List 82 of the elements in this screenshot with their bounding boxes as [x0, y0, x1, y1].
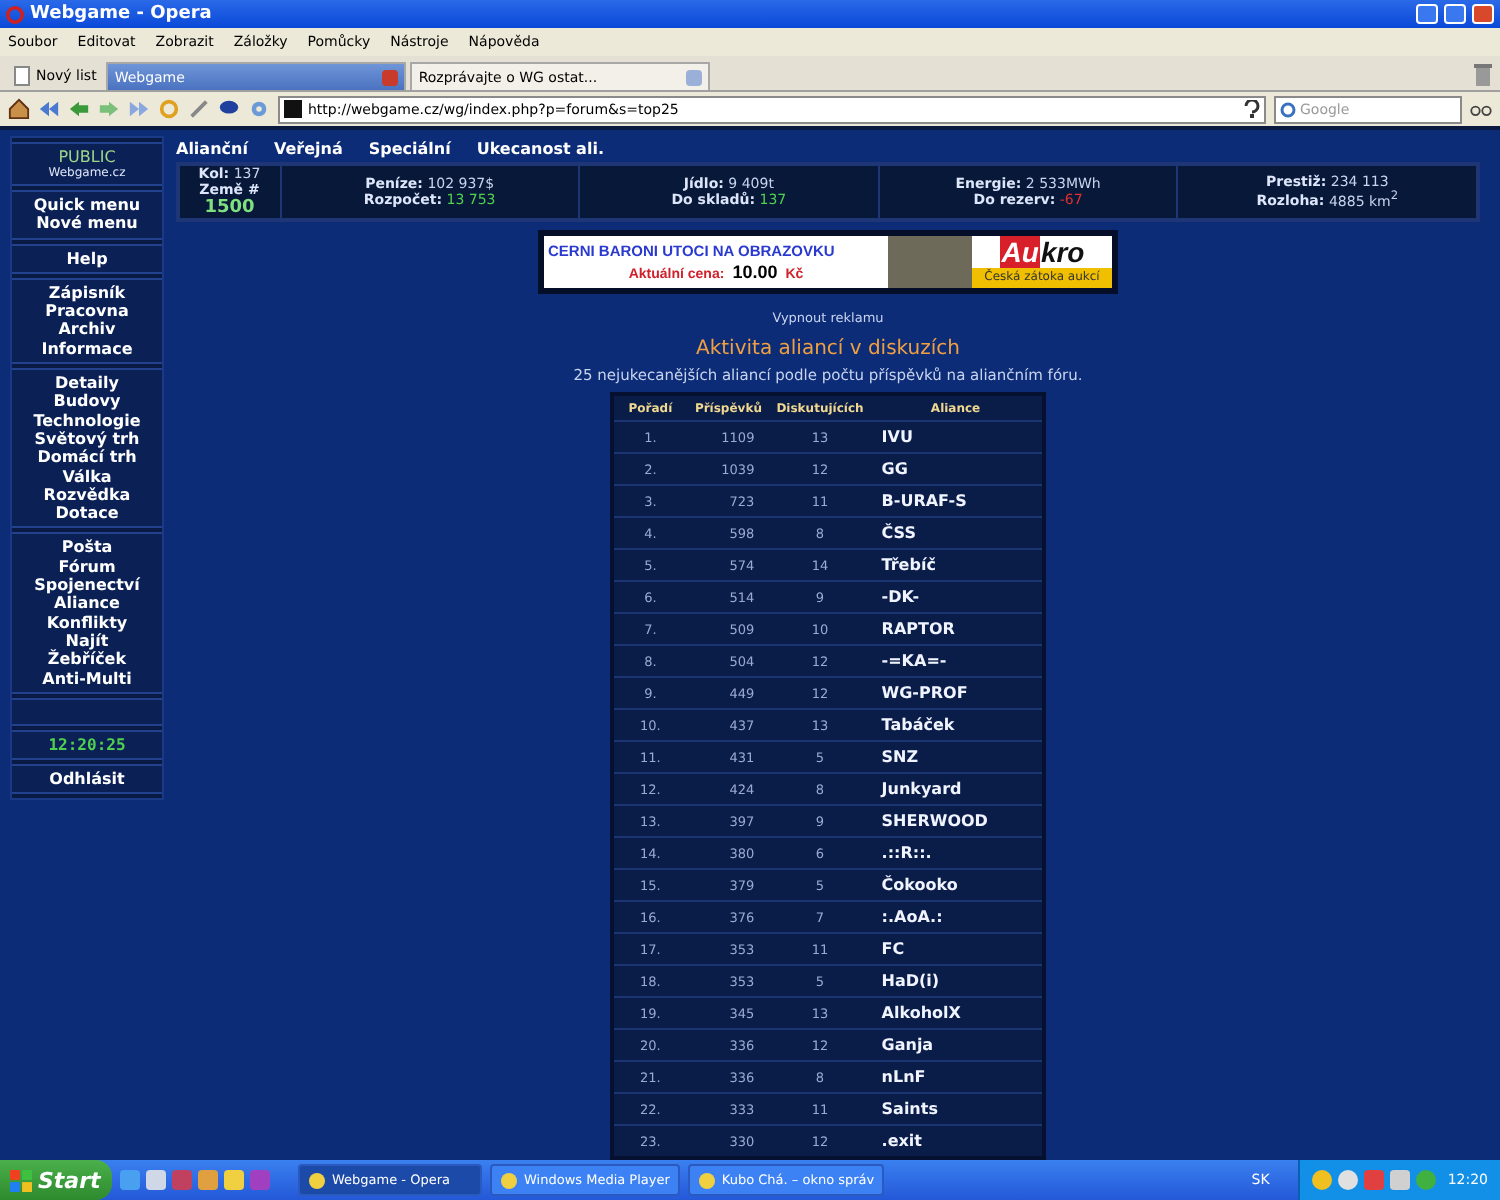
sidebar-link[interactable]: Světový trh [34, 429, 140, 449]
table-cell: WG-PROF [869, 677, 1044, 709]
table-cell: ČSS [869, 517, 1044, 549]
ad-logo: Aukro [997, 236, 1087, 268]
table-cell: -=KA=- [869, 645, 1044, 677]
sidebar-link[interactable]: Help [66, 249, 108, 268]
table-cell: -DK- [869, 581, 1044, 613]
sidebar-link[interactable]: Informace [41, 339, 133, 359]
account-type: PUBLIC [58, 148, 116, 166]
table-cell: RAPTOR [869, 613, 1044, 645]
table-cell: B-URAF-S [869, 485, 1044, 517]
sidebar-link[interactable]: Nové menu [36, 214, 138, 234]
nav-link[interactable]: Veřejná [273, 140, 343, 158]
logout-link[interactable]: Odhlásit [49, 769, 125, 789]
close-tab-icon[interactable] [382, 69, 399, 85]
sidebar-link[interactable]: Zápisník [48, 283, 126, 303]
sidebar-link[interactable]: Technologie [33, 411, 141, 430]
table-cell: Junkyard [869, 773, 1044, 805]
sidebar-link[interactable]: Žebříček [47, 650, 127, 670]
sidebar-link[interactable]: Dotace [55, 504, 119, 523]
table-cell: HaD(i) [869, 965, 1044, 997]
rewind-icon[interactable] [38, 98, 60, 120]
stat-line: 1500 [204, 198, 255, 218]
sidebar-link[interactable]: Anti-Multi [42, 669, 132, 688]
price-value: 10.00 [732, 262, 778, 282]
window-title: Webgame - Opera [30, 4, 214, 24]
tray-icon[interactable] [1337, 1170, 1358, 1190]
sidebar-link[interactable]: Domácí trh [37, 448, 137, 468]
sidebar-link[interactable]: Rozvědka [43, 485, 131, 505]
search-icon [1280, 101, 1296, 117]
close-tab-icon[interactable] [686, 69, 703, 85]
page-heading: Aktivita aliancí v diskuzích [696, 338, 960, 360]
sidebar-link[interactable]: Pracovna [45, 302, 129, 321]
table-cell: AlkoholX [869, 997, 1044, 1029]
home-icon[interactable] [8, 98, 30, 120]
windows-logo-icon [10, 1169, 32, 1191]
table-cell: .exit [869, 1125, 1044, 1158]
sidebar-link[interactable]: Archiv [58, 320, 116, 340]
tray-icon[interactable] [1389, 1170, 1410, 1190]
table-cell: GG [869, 453, 1044, 485]
sidebar-link[interactable]: Budovy [53, 392, 121, 412]
photo-placeholder [888, 236, 972, 288]
fast-forward-icon[interactable] [128, 98, 150, 120]
sidebar-link[interactable]: Spojenectví [34, 576, 140, 595]
nav-link[interactable]: Ukecanost ali. [476, 140, 604, 158]
start-button[interactable]: Start [0, 1160, 112, 1200]
maximize-button[interactable] [1444, 4, 1466, 24]
sidebar-link[interactable]: Konflikty [46, 613, 128, 632]
table-cell: SHERWOOD [869, 805, 1044, 837]
clock: 12:20:25 [48, 735, 126, 754]
table-cell: FC [869, 933, 1044, 965]
table-cell: .::R::. [869, 837, 1044, 869]
help-icon[interactable] [1244, 100, 1260, 118]
tray-icon[interactable] [1311, 1170, 1332, 1190]
pen-icon[interactable] [188, 98, 210, 120]
table-cell: IVU [869, 421, 1044, 453]
site-icon [284, 100, 302, 118]
tray-icon[interactable] [1415, 1170, 1436, 1190]
sidebar-link[interactable]: Quick menu [33, 196, 141, 215]
nav-link[interactable]: Alianční [176, 140, 248, 158]
trash-icon[interactable] [1474, 64, 1492, 86]
table-cell: nLnF [869, 1061, 1044, 1093]
sidebar-link[interactable]: Fórum [58, 557, 116, 577]
sidebar-link[interactable]: Pošta [61, 538, 113, 558]
sidebar-link[interactable]: Detaily [55, 374, 119, 393]
close-button[interactable] [1472, 4, 1494, 24]
table-cell: SNZ [869, 741, 1044, 773]
table-cell: Ganja [869, 1029, 1044, 1061]
table-cell: Saints [869, 1093, 1044, 1125]
tray-icon[interactable] [1363, 1170, 1384, 1190]
table-cell: Třebíč [869, 549, 1044, 581]
sidebar-link[interactable]: Válka [62, 467, 112, 486]
minimize-button[interactable] [1416, 4, 1438, 24]
sidebar-link[interactable]: Najít [65, 631, 109, 651]
table-cell: :.AoA.: [869, 901, 1044, 933]
page-icon [14, 65, 30, 85]
back-icon[interactable] [68, 98, 90, 120]
forward-icon[interactable] [98, 98, 120, 120]
table-cell: Čokooko [869, 869, 1044, 901]
sidebar-link[interactable]: Aliance [54, 594, 120, 614]
table-cell: Tabáček [869, 709, 1044, 741]
nav-link[interactable]: Speciální [368, 140, 451, 158]
